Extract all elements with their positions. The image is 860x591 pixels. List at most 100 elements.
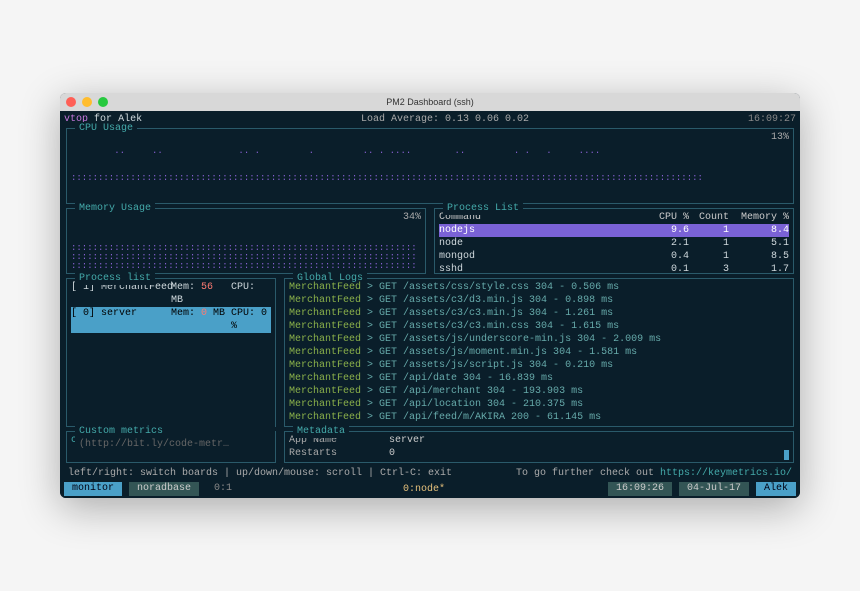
proc-cmd: mongod — [439, 250, 649, 263]
sb-window: 0:node* — [240, 483, 608, 496]
sb-user: Alek — [756, 482, 796, 496]
memory-panel: Memory Usage 34% :::::::::::::::::::::::… — [66, 208, 426, 274]
log-row: MerchantFeed > GET /api/location 304 - 2… — [289, 398, 789, 411]
log-row: MerchantFeed > GET /assets/c3/c3.min.js … — [289, 307, 789, 320]
log-source: MerchantFeed — [289, 321, 361, 332]
hdr-cpu: CPU % — [649, 211, 689, 224]
metrics-title-text: Custom metrics — [79, 426, 163, 437]
meta-value: 0 — [389, 447, 395, 460]
log-row: MerchantFeed > GET /api/merchant 304 - 1… — [289, 385, 789, 398]
hints-right: To go further check out https://keymetri… — [516, 467, 792, 480]
load-label: Load Average: — [361, 114, 439, 125]
pm2-proclist-title: Process list — [75, 272, 155, 285]
cpu-usage-panel: CPU Usage 13% .. .. .. . . .. . .... .. … — [66, 128, 794, 204]
metadata-body: App NameserverRestarts0 — [289, 434, 789, 460]
bottom-row: Custom metrics (http://bit.ly/code-metr…… — [64, 429, 796, 465]
log-text: > GET /assets/c3/d3.min.js 304 - 0.898 m… — [367, 295, 613, 306]
process-row[interactable]: nodejs9.618.4 — [439, 224, 789, 237]
log-source: MerchantFeed — [289, 360, 361, 371]
log-text: > GET /assets/js/underscore-min.js 304 -… — [367, 334, 661, 345]
sb-right: 16:09:26 04-Jul-17 Alek — [608, 482, 796, 496]
proc-count: 3 — [689, 263, 729, 276]
log-source: MerchantFeed — [289, 373, 361, 384]
metadata-row: Restarts0 — [289, 447, 789, 460]
terminal-body[interactable]: vtop for Alek Load Average: 0.13 0.06 0.… — [60, 111, 800, 498]
proc-cpu: 2.1 — [649, 237, 689, 250]
proc-count: 1 — [689, 237, 729, 250]
proc-mem: 8.4 — [729, 224, 789, 237]
pm2-process-row[interactable]: [ 0]serverMem: 0 MB CPU: 0 % — [71, 307, 271, 333]
scrollbar-thumb[interactable] — [784, 450, 789, 460]
log-row: MerchantFeed > GET /assets/c3/c3.min.css… — [289, 320, 789, 333]
proc-cpu: 9.6 — [649, 224, 689, 237]
meta-value: server — [389, 434, 425, 447]
log-text: > GET /assets/js/moment.min.js 304 - 1.5… — [367, 347, 637, 358]
process-list-top-panel: Process List Command CPU % Count Memory … — [434, 208, 794, 274]
process-row[interactable]: node2.115.1 — [439, 237, 789, 250]
mid-row: Process list [ 1]MerchantFeedMem: 56 MB … — [64, 276, 796, 429]
proc-mem: 8.5 — [729, 250, 789, 263]
log-row: MerchantFeed > GET /api/date 304 - 16.83… — [289, 372, 789, 385]
process-row[interactable]: sshd0.131.7 — [439, 263, 789, 276]
log-source: MerchantFeed — [289, 295, 361, 306]
proc-cpu: CPU: — [231, 281, 271, 307]
sb-date: 04-Jul-17 — [679, 482, 749, 496]
proc-mem: 5.1 — [729, 237, 789, 250]
metadata-panel: Metadata App NameserverRestarts0 — [284, 431, 794, 463]
tmux-statusbar: monitor noradbase 0:1 0:node* 16:09:26 0… — [64, 482, 796, 496]
log-text: > GET /assets/c3/c3.min.css 304 - 1.615 … — [367, 321, 619, 332]
close-icon[interactable] — [66, 97, 76, 107]
process-row[interactable]: mongod0.418.5 — [439, 250, 789, 263]
metrics-link: (http://bit.ly/code-metr… — [79, 439, 229, 450]
log-row: MerchantFeed > GET /assets/c3/d3.min.js … — [289, 294, 789, 307]
maximize-icon[interactable] — [98, 97, 108, 107]
global-logs-panel: Global Logs MerchantFeed > GET /assets/c… — [284, 278, 794, 427]
log-source: MerchantFeed — [289, 308, 361, 319]
log-row: MerchantFeed > GET /assets/js/script.js … — [289, 359, 789, 372]
proc-cpu: 0.4 — [649, 250, 689, 263]
proc-mem: 1.7 — [729, 263, 789, 276]
proclist-body[interactable]: nodejs9.618.4node2.115.1mongod0.418.5ssh… — [439, 224, 789, 276]
log-source: MerchantFeed — [289, 334, 361, 345]
proc-index: [ 0] — [71, 307, 101, 333]
proc-name: server — [101, 307, 171, 333]
memory-sparkline: ::::::::::::::::::::::::::::::::::::::::… — [71, 244, 421, 271]
window-title: PM2 Dashboard (ssh) — [386, 97, 474, 107]
log-row: MerchantFeed > GET /assets/js/moment.min… — [289, 346, 789, 359]
minimize-icon[interactable] — [82, 97, 92, 107]
proc-count: 1 — [689, 250, 729, 263]
log-text: > GET /api/merchant 304 - 193.903 ms — [367, 386, 583, 397]
sb-host: noradbase — [129, 482, 199, 496]
load-average: Load Average: 0.13 0.06 0.02 — [361, 113, 529, 126]
hints-line: left/right: switch boards | up/down/mous… — [64, 465, 796, 482]
proc-cpu: CPU: 0 % — [231, 307, 271, 333]
memory-percent: 34% — [403, 211, 421, 224]
logs-body[interactable]: MerchantFeed > GET /assets/css/style.css… — [289, 281, 789, 424]
proclist-top-title: Process List — [443, 202, 523, 215]
hdr-count: Count — [689, 211, 729, 224]
proc-cmd: sshd — [439, 263, 649, 276]
log-source: MerchantFeed — [289, 386, 361, 397]
hints-right-link: https://keymetrics.io/ — [660, 468, 792, 479]
pm2-process-list-panel: Process list [ 1]MerchantFeedMem: 56 MB … — [66, 278, 276, 427]
log-text: > GET /assets/c3/c3.min.js 304 - 1.261 m… — [367, 308, 613, 319]
log-source: MerchantFeed — [289, 347, 361, 358]
sb-mode: monitor — [64, 482, 122, 496]
window-lights — [66, 97, 108, 107]
pm2-proclist-body[interactable]: [ 1]MerchantFeedMem: 56 MB CPU: [ 0]serv… — [71, 281, 271, 391]
log-text: > GET /api/location 304 - 210.375 ms — [367, 399, 583, 410]
cpu-sparkline: .. .. .. . . .. . .... .. . . . .... :::… — [71, 129, 789, 201]
sb-time: 16:09:26 — [608, 482, 672, 496]
log-text: > GET /api/date 304 - 16.839 ms — [367, 373, 553, 384]
mem-row: Memory Usage 34% :::::::::::::::::::::::… — [64, 206, 796, 276]
log-row: MerchantFeed > GET /api/feed/m/AKIRA 200… — [289, 411, 789, 424]
memory-title: Memory Usage — [75, 202, 155, 215]
metrics-title: Custom metrics (http://bit.ly/code-metr… — [75, 425, 275, 451]
log-source: MerchantFeed — [289, 282, 361, 293]
proc-cpu: 0.1 — [649, 263, 689, 276]
top-line: vtop for Alek Load Average: 0.13 0.06 0.… — [64, 113, 796, 126]
proc-mem: Mem: 0 MB — [171, 307, 231, 333]
proc-cmd: node — [439, 237, 649, 250]
load-value: 0.13 0.06 0.02 — [445, 114, 529, 125]
log-text: > GET /api/feed/m/AKIRA 200 - 61.145 ms — [367, 412, 601, 423]
